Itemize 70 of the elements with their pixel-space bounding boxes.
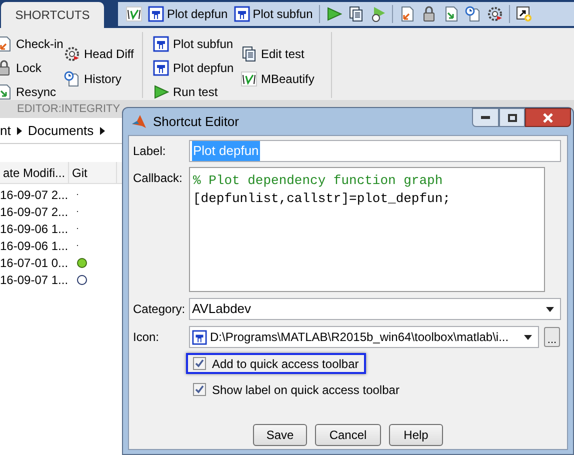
dialog-button[interactable]: Help	[389, 424, 443, 446]
dialog-title: Shortcut Editor	[153, 112, 239, 131]
icon-dropdown[interactable]: D:\Programs\MATLAB\R2015b_win64\toolbox\matlab\i...	[189, 326, 539, 348]
close-button[interactable]	[525, 108, 571, 127]
table-cell-text: 16-09-07 2...	[0, 204, 69, 220]
breadcrumb-item[interactable]: Documents	[28, 120, 94, 140]
shortcut-add-icon[interactable]	[516, 6, 532, 22]
ribbon-button[interactable]: Plot subfun	[153, 34, 241, 53]
mbeautify-icon	[241, 70, 257, 86]
table-cell-text: 16-09-06 1...	[0, 220, 69, 238]
caret-icon	[524, 334, 532, 340]
toolbar-button[interactable]: Plot depfun	[148, 5, 228, 23]
matlab-logo-icon	[131, 114, 147, 130]
ribbon-button[interactable]: Lock	[0, 58, 64, 77]
ribbon-tab[interactable]: SHORTCUTS	[1, 2, 104, 28]
plot-icon	[153, 60, 169, 76]
gear-icon	[64, 46, 80, 62]
mbeautify-icon[interactable]	[126, 6, 142, 22]
browse-button[interactable]: ...	[544, 327, 560, 347]
field-label: Label:	[133, 143, 167, 160]
plot-icon	[234, 6, 250, 22]
check-icon	[195, 359, 204, 368]
category-dropdown[interactable]: AVLabdev	[189, 298, 561, 320]
close-icon	[543, 112, 553, 122]
padlock-icon	[0, 60, 12, 76]
plot-icon	[153, 36, 169, 52]
gear-icon[interactable]	[486, 6, 503, 22]
toolbar-button[interactable]: Plot subfun	[234, 5, 313, 23]
plot-icon	[192, 330, 207, 344]
document-arrow-icon	[0, 36, 12, 52]
table-cell-text: 16-09-07 1...	[0, 272, 69, 288]
document-arrow-icon[interactable]	[398, 6, 415, 22]
field-label: Icon:	[133, 329, 160, 346]
checkbox[interactable]: Add to quick access toolbar	[186, 353, 366, 374]
maximize-button[interactable]	[499, 108, 525, 127]
minimize-button[interactable]	[472, 108, 499, 127]
field-label: Callback:	[133, 170, 184, 187]
ribbon-button[interactable]: Check-in	[0, 34, 64, 53]
check-icon	[195, 385, 204, 394]
dialog-button[interactable]: Save	[253, 424, 307, 446]
field-label: Category:	[133, 301, 186, 318]
column-header[interactable]: Git	[69, 162, 117, 183]
ribbon-button[interactable]: Head Diff	[64, 44, 142, 63]
chevron-icon	[16, 126, 22, 134]
padlock-icon[interactable]	[420, 6, 437, 22]
section-label: EDITOR:INTEGRITY	[17, 102, 120, 117]
documents-icon[interactable]	[348, 6, 364, 22]
ribbon-button[interactable]: MBeautify	[241, 69, 331, 88]
document-arrow-icon	[0, 84, 12, 100]
document-arrow-icon[interactable]	[442, 6, 459, 22]
column-header[interactable]: ate Modifi...	[0, 162, 69, 183]
callback-field[interactable]: % Plot dependency function graph [depfunlist,callstr]=plot_depfun;	[189, 167, 545, 292]
ribbon-button[interactable]: Plot depfun	[153, 58, 241, 77]
table-cell-text: 16-09-06 1...	[0, 238, 69, 254]
ribbon-button[interactable]: Run test	[153, 82, 241, 101]
table-cell-text: 16-07-01 0...	[0, 254, 69, 272]
checkbox[interactable]: Show label on quick access toolbar	[186, 379, 406, 400]
play-clock-icon[interactable]	[370, 6, 386, 22]
ribbon-button[interactable]: Edit test	[241, 44, 331, 63]
ribbon-button[interactable]: History	[64, 69, 142, 88]
table-cell-text: 16-09-07 2...	[0, 186, 69, 204]
caret-icon	[546, 306, 554, 312]
play-icon[interactable]	[326, 6, 342, 22]
documents-icon	[241, 46, 257, 62]
plot-icon	[148, 6, 164, 22]
breadcrumb-item[interactable]: nt	[0, 120, 11, 140]
chevron-icon	[100, 126, 105, 134]
document-clock-icon[interactable]	[464, 6, 481, 22]
document-clock-icon	[64, 70, 80, 86]
dialog-button[interactable]: Cancel	[315, 424, 381, 446]
